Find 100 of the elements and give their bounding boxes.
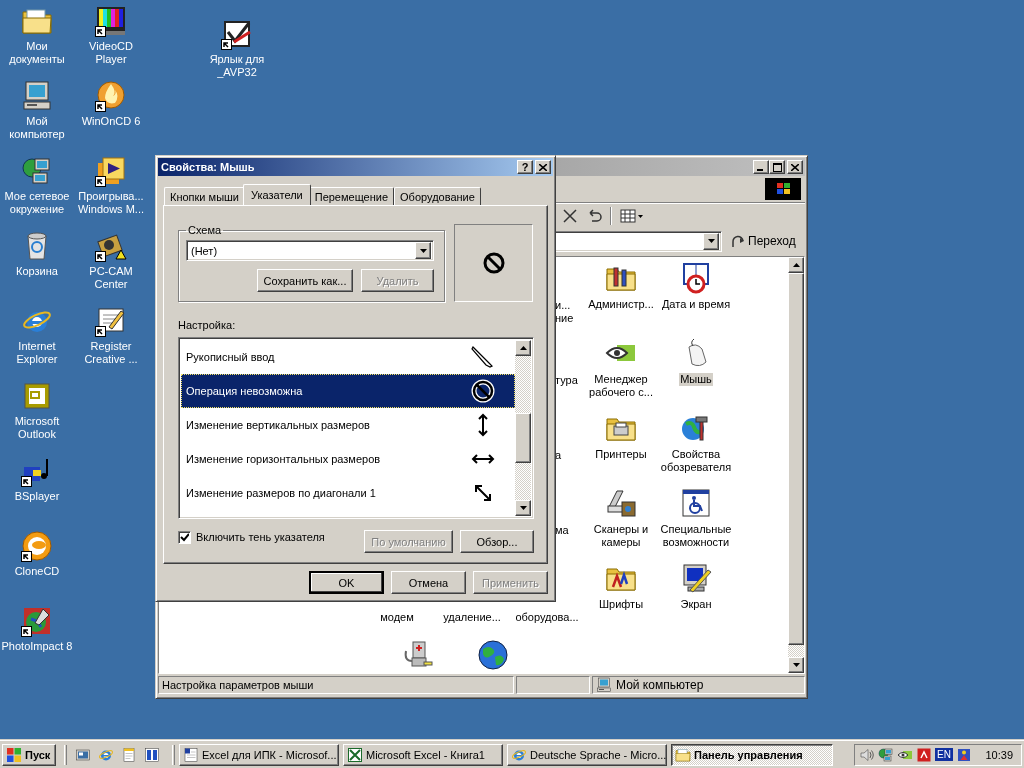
icon-label[interactable]: Администр... <box>587 298 655 311</box>
icon-label[interactable]: тура <box>555 374 578 387</box>
list-item[interactable]: Рукописный ввод <box>181 340 515 374</box>
checkbox[interactable] <box>178 531 191 544</box>
tab[interactable]: Указатели <box>243 184 311 205</box>
icon-label[interactable]: Корзина <box>0 265 74 278</box>
paint-icon[interactable] <box>21 605 53 637</box>
icon-label[interactable]: Мое сетевое окружение <box>0 190 74 216</box>
start-button[interactable]: Пуск <box>2 743 56 766</box>
list-item[interactable]: Операция невозможна <box>181 374 515 408</box>
icon-label[interactable]: Мой компьютер <box>0 115 74 141</box>
flame-icon[interactable] <box>95 80 127 112</box>
icon-label[interactable]: CloneCD <box>0 565 74 578</box>
down-arrow-icon <box>519 506 527 510</box>
language-indicator[interactable]: EN <box>935 748 953 761</box>
dialog-button[interactable]: Отмена <box>391 571 466 594</box>
icon-label[interactable]: модем <box>360 611 434 624</box>
dropdown-arrow-icon <box>707 239 715 243</box>
list-item[interactable]: Изменение горизонтальных размеров <box>181 442 515 476</box>
taskbar-button[interactable]: Deutsche Sprache - Micro... <box>507 743 667 766</box>
go-button[interactable]: Переход <box>730 233 796 249</box>
icon-label[interactable]: PC-CAM Center <box>74 265 148 291</box>
icon-label[interactable]: Register Creative ... <box>74 340 148 366</box>
icon-label[interactable]: удаление... <box>435 611 509 624</box>
scrollbar[interactable] <box>788 257 804 673</box>
icon-label[interactable]: Microsoft Outlook <box>0 415 74 441</box>
disc-icon[interactable] <box>21 530 53 562</box>
calendar-clock-icon[interactable] <box>680 262 712 294</box>
close-button[interactable] <box>787 160 803 174</box>
list-label: Настройка: <box>178 319 237 332</box>
close-icon <box>539 163 547 171</box>
tab[interactable]: Оборудование <box>394 187 481 205</box>
pointer-button[interactable]: Обзор... <box>460 530 534 553</box>
icon-label[interactable]: Сканеры и камеры <box>584 523 658 549</box>
taskbar-button[interactable]: Excel для ИПК - Microsof... <box>179 743 339 766</box>
tiles-icon[interactable] <box>144 746 160 763</box>
list-item[interactable]: Изменение вертикальных размеров <box>181 408 515 442</box>
no-sign-icon <box>481 251 506 275</box>
tab[interactable]: Кнопки мыши <box>164 187 245 205</box>
delete-icon[interactable] <box>562 208 578 224</box>
taskbar-button[interactable]: Панель управления <box>671 743 833 766</box>
icon-label[interactable]: оборудова... <box>510 611 584 624</box>
icon-label[interactable]: Принтеры <box>594 448 648 461</box>
clock[interactable]: 10:39 <box>985 748 1017 761</box>
icon-label[interactable]: Ярлык для _AVP32 <box>200 53 274 79</box>
icon-label[interactable]: Мышь <box>679 373 713 386</box>
document-pen-icon[interactable] <box>95 305 127 337</box>
maximize-button[interactable] <box>769 160 785 174</box>
scheme-button[interactable]: Сохранить как... <box>257 269 353 292</box>
scanner-icon[interactable] <box>605 487 637 519</box>
network-icon[interactable] <box>21 155 53 187</box>
undo-icon[interactable] <box>586 208 602 224</box>
icon-label[interactable]: Проигрыва... Windows M... <box>74 190 148 216</box>
icon-label[interactable]: ма <box>555 524 569 537</box>
play-icon[interactable] <box>95 155 127 187</box>
taskbar-button[interactable]: Microsoft Excel - Книга1 <box>343 743 503 766</box>
list-item[interactable]: Изменение размеров по диагонали 1 <box>181 476 515 510</box>
monitor-icon[interactable] <box>680 562 712 594</box>
dialog-button[interactable]: OK <box>309 571 384 594</box>
views-icon[interactable] <box>620 208 644 224</box>
go-arrow-icon <box>730 233 746 249</box>
icon-label[interactable]: PhotoImpact 8 <box>0 640 74 653</box>
icon-label[interactable]: VideoCD Player <box>74 40 148 66</box>
maximize-icon <box>772 162 782 172</box>
icon-label[interactable]: Мои документы <box>0 40 74 66</box>
up-arrow-icon <box>792 263 800 267</box>
icon-label[interactable]: Шрифты <box>597 598 645 611</box>
icon-label[interactable]: Дата и время <box>660 298 732 311</box>
icon-label[interactable]: ние <box>555 312 574 325</box>
icon-label[interactable]: Свойства обозревателя <box>659 448 733 474</box>
icon-label[interactable]: Internet Explorer <box>0 340 74 366</box>
status-text: Мой компьютер <box>616 678 704 692</box>
color-bars-icon[interactable] <box>95 5 127 37</box>
computer-icon[interactable] <box>21 80 53 112</box>
scheme-dropdown[interactable]: (Нет) <box>186 240 434 261</box>
help-button[interactable]: ? <box>517 160 533 174</box>
minimize-button[interactable] <box>753 160 769 174</box>
mail-app-icon[interactable] <box>21 380 53 412</box>
figure-icon[interactable] <box>955 746 972 763</box>
globe-icon[interactable] <box>477 639 509 671</box>
icon-label[interactable]: Специальные возможности <box>659 523 733 549</box>
network-icon[interactable] <box>878 746 894 763</box>
icon-label[interactable]: и... <box>555 299 571 312</box>
spreadsheet-icon <box>347 746 363 763</box>
icon-label[interactable]: WinOnCD 6 <box>74 115 148 128</box>
speaker-icon[interactable] <box>859 746 875 763</box>
desktop-icon[interactable] <box>75 746 91 763</box>
icon-label[interactable]: а <box>555 449 562 462</box>
scrollbar[interactable] <box>515 340 531 516</box>
icon-label[interactable]: Экран <box>679 598 713 611</box>
tab[interactable]: Перемещение <box>308 187 395 205</box>
notepad-icon[interactable] <box>121 746 137 763</box>
check-mark-icon[interactable] <box>221 18 253 50</box>
tray-app-icon[interactable] <box>916 746 932 763</box>
checkbox-label[interactable]: Включить тень указателя <box>196 531 325 543</box>
address-field[interactable] <box>554 230 722 252</box>
close-button[interactable] <box>535 160 551 174</box>
wheelchair-icon[interactable] <box>680 487 712 519</box>
icon-label[interactable]: BSplayer <box>0 490 74 503</box>
icon-label[interactable]: Менеджер рабочего с... <box>584 373 658 399</box>
